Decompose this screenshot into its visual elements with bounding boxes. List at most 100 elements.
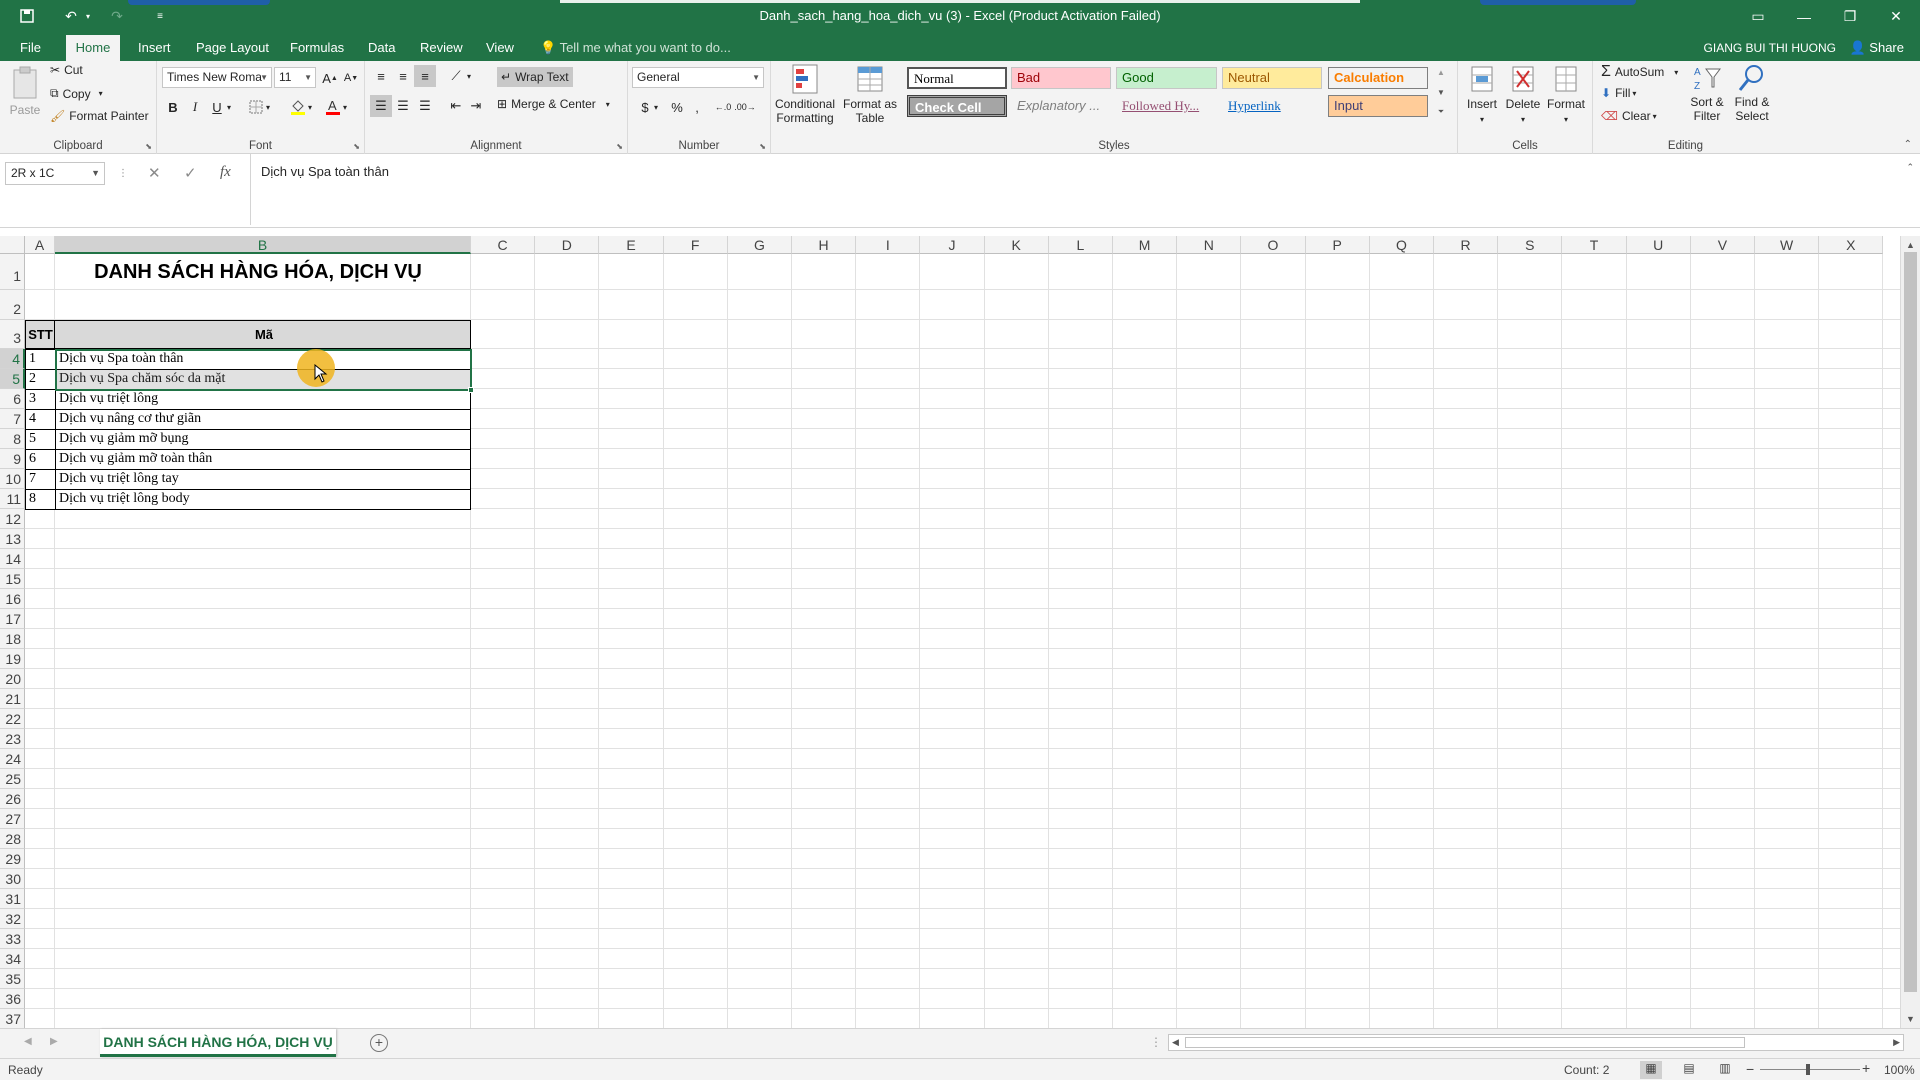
scroll-right-icon[interactable]: ▶ <box>1893 1037 1900 1048</box>
minimize-icon[interactable]: — <box>1781 0 1827 33</box>
zoom-slider-track[interactable] <box>1760 1069 1860 1070</box>
sheet-tab-active[interactable]: DANH SÁCH HÀNG HÓA, DỊCH VỤ <box>100 1029 336 1057</box>
row-header[interactable]: 9 <box>0 449 25 469</box>
style-bad[interactable]: Bad <box>1011 67 1111 89</box>
increase-font-size-icon[interactable]: A ▲ <box>319 67 341 89</box>
page-break-view-icon[interactable]: ▥ <box>1714 1061 1736 1079</box>
column-header-r[interactable]: R <box>1434 236 1499 254</box>
tab-formulas[interactable]: Formulas <box>282 35 352 61</box>
clipboard-launcher-icon[interactable]: ⬊ <box>145 142 152 151</box>
zoom-slider-thumb[interactable] <box>1806 1064 1810 1075</box>
column-header-w[interactable]: W <box>1755 236 1820 254</box>
zoom-in-icon[interactable]: + <box>1862 1060 1870 1076</box>
column-header-v[interactable]: V <box>1690 236 1755 254</box>
currency-dropdown-icon[interactable]: ▾ <box>650 96 662 118</box>
row-header[interactable]: 21 <box>0 689 25 709</box>
column-header-x[interactable]: X <box>1819 236 1884 254</box>
column-header-f[interactable]: F <box>663 236 728 254</box>
middle-align-icon[interactable]: ≡ <box>392 65 414 87</box>
service-name-cell[interactable]: Dịch vụ nâng cơ thư giãn <box>57 411 469 427</box>
row-header[interactable]: 34 <box>0 949 25 969</box>
align-right-icon[interactable]: ☰ <box>414 95 436 117</box>
row-header[interactable]: 25 <box>0 769 25 789</box>
style-check-cell[interactable]: Check Cell <box>907 95 1007 117</box>
alignment-launcher-icon[interactable]: ⬊ <box>616 142 623 151</box>
service-name-cell[interactable]: Dịch vụ triệt lông tay <box>57 471 469 487</box>
column-header-e[interactable]: E <box>599 236 664 254</box>
style-input[interactable]: Input <box>1328 95 1428 117</box>
row-header[interactable]: 31 <box>0 889 25 909</box>
column-header-i[interactable]: I <box>856 236 921 254</box>
style-good[interactable]: Good <box>1116 67 1217 89</box>
increase-decimal-icon[interactable]: ←.0 <box>712 96 734 118</box>
row-header[interactable]: 8 <box>0 429 25 449</box>
row-header[interactable]: 12 <box>0 509 25 529</box>
next-sheet-icon[interactable]: ▶ <box>50 1036 58 1047</box>
name-box[interactable]: 2R x 1C ▼ <box>5 162 105 185</box>
decrease-decimal-icon[interactable]: .00→ <box>734 96 756 118</box>
font-launcher-icon[interactable]: ⬊ <box>353 142 360 151</box>
column-header-p[interactable]: P <box>1305 236 1370 254</box>
number-launcher-icon[interactable]: ⬊ <box>759 142 766 151</box>
tab-file[interactable]: File <box>12 35 49 61</box>
column-header-g[interactable]: G <box>727 236 792 254</box>
row-header[interactable]: 30 <box>0 869 25 889</box>
format-cells-button[interactable]: Format ▾ <box>1546 63 1586 127</box>
styles-scroll-down-icon[interactable]: ▼ <box>1434 83 1448 101</box>
row-header[interactable]: 10 <box>0 469 25 489</box>
cut-button[interactable]: ✂ Cut <box>50 63 83 77</box>
underline-dropdown-icon[interactable]: ▾ <box>223 96 235 118</box>
column-header-m[interactable]: M <box>1113 236 1178 254</box>
formula-input[interactable]: Dịch vụ Spa toàn thân <box>250 154 1904 225</box>
align-left-icon[interactable]: ☰ <box>370 95 392 117</box>
restore-icon[interactable]: ❐ <box>1827 0 1873 33</box>
decrease-font-size-icon[interactable]: A ▼ <box>340 67 362 89</box>
wrap-text-button[interactable]: ↵ Wrap Text <box>497 67 573 87</box>
cancel-entry-icon[interactable]: ✕ <box>148 164 161 182</box>
column-header-b[interactable]: B <box>55 236 471 254</box>
row-header[interactable]: 15 <box>0 569 25 589</box>
collapse-formula-bar-icon[interactable]: ⌃ <box>1906 162 1914 173</box>
column-header-c[interactable]: C <box>471 236 536 254</box>
stt-cell[interactable]: 4 <box>27 411 55 427</box>
bottom-align-icon[interactable]: ≡ <box>414 65 436 87</box>
row-header[interactable]: 1 <box>0 254 25 290</box>
column-header-k[interactable]: K <box>984 236 1049 254</box>
row-header[interactable]: 22 <box>0 709 25 729</box>
row-header[interactable]: 20 <box>0 669 25 689</box>
sheet-title[interactable]: DANH SÁCH HÀNG HÓA, DỊCH VỤ <box>45 254 471 290</box>
status-count[interactable]: Count: 2 <box>1564 1063 1609 1077</box>
copy-button[interactable]: ⧉ Copy ▾ <box>50 86 103 101</box>
row-header[interactable]: 19 <box>0 649 25 669</box>
tell-me-box[interactable]: 💡 Tell me what you want to do... <box>540 35 731 61</box>
share-button[interactable]: 👤 Share <box>1849 35 1904 61</box>
ribbon-display-options-icon[interactable]: ▭ <box>1735 0 1781 33</box>
row-header[interactable]: 13 <box>0 529 25 549</box>
row-header[interactable]: 2 <box>0 290 25 320</box>
styles-scroll-up-icon[interactable]: ▲ <box>1434 63 1448 81</box>
row-header[interactable]: 36 <box>0 989 25 1009</box>
column-header-a[interactable]: A <box>25 236 55 254</box>
styles-more-icon[interactable]: ⏷ <box>1434 103 1448 121</box>
fill-button[interactable]: ⬇ Fill ▾ <box>1601 86 1636 100</box>
fill-handle[interactable] <box>468 387 474 393</box>
row-header[interactable]: 29 <box>0 849 25 869</box>
column-header-q[interactable]: Q <box>1369 236 1434 254</box>
row-header[interactable]: 5 <box>0 369 25 389</box>
row-header[interactable]: 28 <box>0 829 25 849</box>
style-explanatory[interactable]: Explanatory ... <box>1011 95 1111 117</box>
font-size-combo[interactable]: 11 ▼ <box>274 67 316 88</box>
font-color-dropdown-icon[interactable]: ▾ <box>339 96 351 118</box>
header-stt[interactable]: STT <box>26 327 55 342</box>
style-hyperlink[interactable]: Hyperlink <box>1222 95 1322 117</box>
page-layout-view-icon[interactable]: ▤ <box>1678 1061 1700 1079</box>
splitter-icon[interactable]: ⋮ <box>1150 1035 1162 1049</box>
decrease-indent-icon[interactable]: ⇤ <box>445 95 467 117</box>
borders-dropdown-icon[interactable]: ▾ <box>262 96 274 118</box>
clear-button[interactable]: ⌫ Clear ▾ <box>1601 109 1657 123</box>
row-header[interactable]: 27 <box>0 809 25 829</box>
orientation-dropdown-icon[interactable]: ▾ <box>463 65 475 87</box>
enter-entry-icon[interactable]: ✓ <box>184 164 197 182</box>
increase-indent-icon[interactable]: ⇥ <box>465 95 487 117</box>
horizontal-scrollbar[interactable]: ◀ ▶ <box>1168 1034 1904 1051</box>
